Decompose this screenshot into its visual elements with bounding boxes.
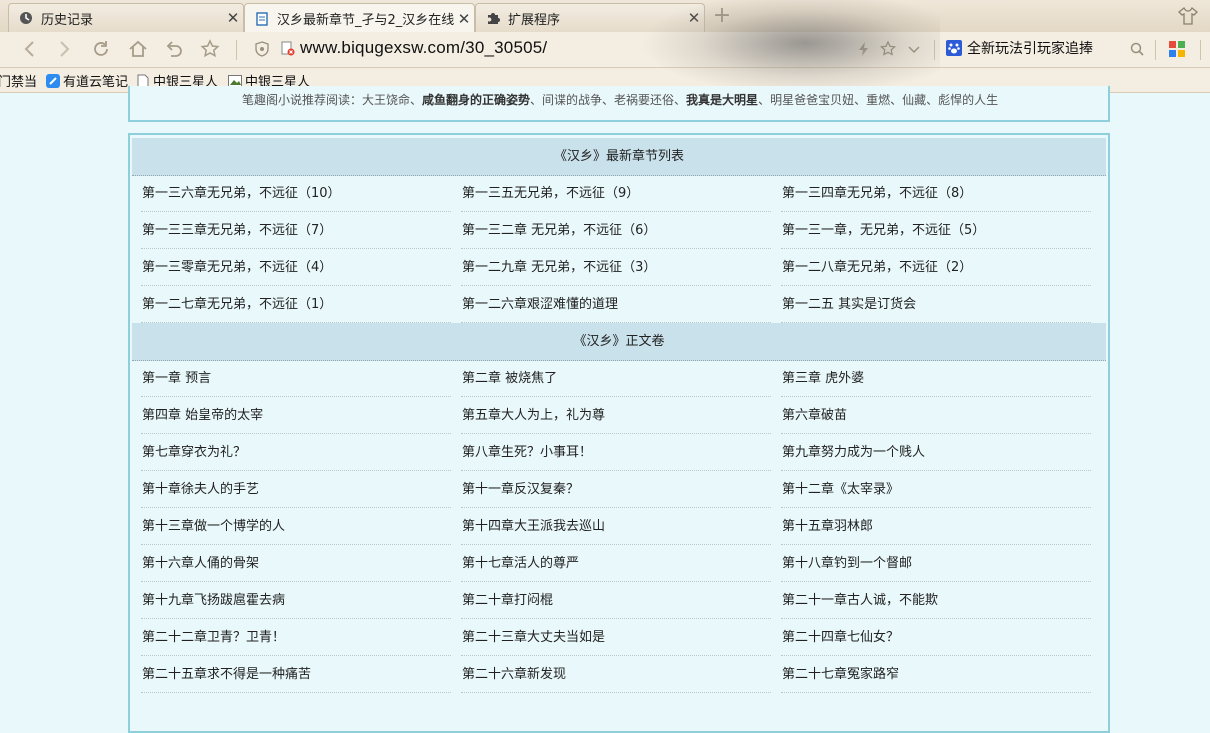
- bookmark-star-icon[interactable]: [876, 37, 900, 61]
- bookmark-label: 门禁当: [0, 75, 38, 90]
- chapter-link[interactable]: 第一三四章无兄弟，不远征（8）: [781, 175, 1091, 212]
- forward-button[interactable]: [52, 37, 76, 61]
- bookmark-item[interactable]: 门禁当: [0, 71, 37, 90]
- tab-extensions[interactable]: 扩展程序 ✕: [475, 3, 705, 32]
- chapter-link[interactable]: 第一二五 其实是订货会: [781, 286, 1091, 323]
- insecure-page-icon[interactable]: [276, 37, 300, 61]
- address-bar-url[interactable]: www.biqugexsw.com/30_30505/: [300, 38, 547, 58]
- home-icon[interactable]: [126, 37, 150, 61]
- skin-shirt-icon[interactable]: [1178, 6, 1198, 26]
- new-tab-button[interactable]: +: [708, 3, 736, 29]
- undo-close-icon[interactable]: [162, 37, 186, 61]
- chapter-link[interactable]: 第三章 虎外婆: [781, 360, 1091, 397]
- toolbar-divider: [1155, 40, 1156, 60]
- chapter-link[interactable]: 第七章穿衣为礼？: [141, 434, 451, 471]
- chapter-link[interactable]: 第一三三章无兄弟，不远征（7）: [141, 212, 451, 249]
- tab-label: 历史记录: [41, 12, 94, 28]
- apps-grid-icon[interactable]: [1165, 37, 1189, 61]
- back-button[interactable]: [18, 37, 42, 61]
- recommend-line: 笔趣阁小说推荐阅读：大王饶命、咸鱼翻身的正确姿势、间谍的战争、老祸要还俗、我真是…: [242, 91, 1102, 108]
- chevron-down-icon[interactable]: [902, 37, 926, 61]
- tab-current-page[interactable]: 汉乡最新章节_孑与2_汉乡在线阅 ✕: [244, 3, 475, 33]
- search-promo-text: 全新玩法引玩家追捧: [967, 41, 1093, 57]
- search-icon[interactable]: [1125, 37, 1149, 61]
- recommend-suffix: 、明星爸爸宝贝妞、重燃、仙藏、彪悍的人生: [758, 93, 999, 107]
- chapter-link[interactable]: 第八章生死？小事耳！: [461, 434, 771, 471]
- toolbar-divider: [934, 40, 935, 60]
- chapter-link[interactable]: 第十五章羽林郎: [781, 508, 1091, 545]
- tab-label: 扩展程序: [508, 12, 561, 28]
- puzzle-icon: [486, 11, 500, 25]
- chapter-link[interactable]: 第一二七章无兄弟，不远征（1）: [141, 286, 451, 323]
- chapter-link[interactable]: 第一二六章艰涩难懂的道理: [461, 286, 771, 323]
- latest-chapters-heading: 《汉乡》最新章节列表: [132, 138, 1106, 176]
- recommend-link[interactable]: 咸鱼翻身的正确姿势: [422, 93, 530, 107]
- search-promo[interactable]: 全新玩法引玩家追捧: [946, 38, 1093, 58]
- toolbar-divider: [1200, 40, 1201, 60]
- chapter-link[interactable]: 第二十章打闷棍: [461, 582, 771, 619]
- chapter-link[interactable]: 第十七章活人的尊严: [461, 545, 771, 582]
- recommend-mid: 、间谍的战争、老祸要还俗、: [530, 93, 687, 107]
- chapter-link[interactable]: 第十二章《太宰录》: [781, 471, 1091, 508]
- chapter-link[interactable]: 第五章大人为上，礼为尊: [461, 397, 771, 434]
- chapter-link[interactable]: 第二十一章古人诚，不能欺: [781, 582, 1091, 619]
- chapter-link[interactable]: 第一三六章无兄弟，不远征（10）: [141, 175, 451, 212]
- cloud-note-icon: [46, 73, 60, 88]
- chapter-link[interactable]: 第一三零章无兄弟，不远征（4）: [141, 249, 451, 286]
- tab-close-button[interactable]: ✕: [684, 9, 704, 27]
- chapter-link[interactable]: 第二章 被烧焦了: [461, 360, 771, 397]
- chapter-link[interactable]: 第一二九章 无兄弟，不远征（3）: [461, 249, 771, 286]
- favorite-star-icon[interactable]: [198, 37, 222, 61]
- recommend-link[interactable]: 我真是大明星: [686, 93, 758, 107]
- bookmark-label: 有道云笔记: [63, 75, 129, 90]
- paw-icon: [946, 40, 962, 56]
- chapter-link[interactable]: 第十八章钓到一个督邮: [781, 545, 1091, 582]
- reload-icon[interactable]: [89, 37, 113, 61]
- bookmark-item[interactable]: 有道云笔记: [46, 71, 128, 90]
- tab-close-button[interactable]: ✕: [454, 10, 474, 28]
- tab-label: 汉乡最新章节_孑与2_汉乡在线阅: [277, 13, 454, 28]
- clock-icon: [19, 11, 33, 25]
- chapter-link[interactable]: 第十三章做一个博学的人: [141, 508, 451, 545]
- page-icon: [255, 11, 269, 26]
- tab-history[interactable]: 历史记录 ✕: [8, 3, 244, 32]
- chapter-link[interactable]: 第十六章人俑的骨架: [141, 545, 451, 582]
- recommend-box: 笔趣阁小说推荐阅读：大王饶命、咸鱼翻身的正确姿势、间谍的战争、老祸要还俗、我真是…: [128, 86, 1110, 122]
- lightning-icon[interactable]: [852, 37, 876, 61]
- chapter-link[interactable]: 第二十五章求不得是一种痛苦: [141, 656, 451, 693]
- chapter-link[interactable]: 第十九章飞扬跋扈霍去病: [141, 582, 451, 619]
- chapter-link[interactable]: 第十一章反汉复秦？: [461, 471, 771, 508]
- shield-icon[interactable]: [250, 37, 274, 61]
- toolbar-divider: [236, 40, 237, 60]
- main-volume-heading: 《汉乡》正文卷: [132, 323, 1106, 361]
- tab-strip: 历史记录 ✕ 汉乡最新章节_孑与2_汉乡在线阅 ✕ 扩展程序 ✕ +: [0, 0, 1210, 33]
- navigation-bar: www.biqugexsw.com/30_30505/ 全新玩法引玩家追捧: [0, 32, 1210, 68]
- tab-close-button[interactable]: ✕: [223, 9, 243, 27]
- chapter-link[interactable]: 第二十四章七仙女？: [781, 619, 1091, 656]
- chapter-link[interactable]: 第一二八章无兄弟，不远征（2）: [781, 249, 1091, 286]
- chapter-link[interactable]: 第二十六章新发现: [461, 656, 771, 693]
- recommend-prefix: 笔趣阁小说推荐阅读：大王饶命、: [242, 93, 423, 107]
- chapter-link[interactable]: 第二十二章卫青？卫青！: [141, 619, 451, 656]
- chapter-link[interactable]: 第一三五无兄弟，不远征（9）: [461, 175, 771, 212]
- chapter-link[interactable]: 第四章 始皇帝的太宰: [141, 397, 451, 434]
- chapter-link[interactable]: 第二十三章大丈夫当如是: [461, 619, 771, 656]
- chapter-link[interactable]: 第二十七章冤家路窄: [781, 656, 1091, 693]
- chapter-link[interactable]: 第一三二章 无兄弟，不远征（6）: [461, 212, 771, 249]
- chapter-link[interactable]: 第十四章大王派我去巡山: [461, 508, 771, 545]
- chapter-link[interactable]: 第十章徐夫人的手艺: [141, 471, 451, 508]
- chapter-link[interactable]: 第九章努力成为一个贱人: [781, 434, 1091, 471]
- chapter-list: 《汉乡》最新章节列表 第一三六章无兄弟，不远征（10） 第一三五无兄弟，不远征（9…: [128, 133, 1110, 733]
- chapter-link[interactable]: 第六章破苗: [781, 397, 1091, 434]
- chapter-link[interactable]: 第一章 预言: [141, 360, 451, 397]
- chapter-link[interactable]: 第一三一章，无兄弟，不远征（5）: [781, 212, 1091, 249]
